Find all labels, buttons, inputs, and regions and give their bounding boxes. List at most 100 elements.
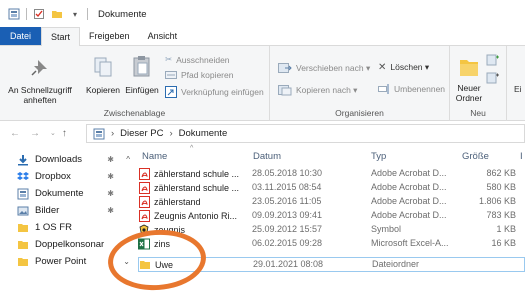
move-to-label: Verschieben nach ▾ bbox=[296, 62, 371, 73]
file-size: 862 KB bbox=[486, 168, 516, 178]
pin-label-line-1: An Schnellzugriff bbox=[8, 85, 72, 95]
copy-to-button[interactable]: Kopieren nach ▾ bbox=[278, 84, 357, 96]
pin-icon[interactable]: ✱ bbox=[107, 172, 114, 181]
this-pc-icon bbox=[93, 128, 105, 140]
forward-arrow-icon[interactable]: → bbox=[30, 128, 40, 139]
tab-share[interactable]: Freigeben bbox=[80, 27, 139, 45]
tab-file[interactable]: Datei bbox=[0, 27, 42, 45]
move-to-icon bbox=[278, 62, 292, 74]
table-row[interactable]: zählerstand 23.05.2016 11:05 Adobe Acrob… bbox=[138, 195, 525, 208]
cut-off-ribbon-label[interactable]: Ei bbox=[514, 84, 522, 94]
navigation-pane: Downloads ✱ ^ Dropbox ✱ Dokumente ✱ Bild… bbox=[0, 145, 130, 297]
nav-item-label: Doppelkonsonar bbox=[35, 239, 105, 250]
organize-group-label: Organisieren bbox=[335, 108, 384, 118]
scissors-icon: ✂ bbox=[165, 54, 173, 64]
sort-ascending-icon: ^ bbox=[190, 145, 194, 152]
column-header-more[interactable]: I bbox=[520, 151, 523, 162]
rename-button[interactable]: Umbenennen bbox=[378, 84, 445, 94]
column-header-type[interactable]: Typ bbox=[371, 151, 386, 162]
folder-icon bbox=[16, 239, 30, 250]
table-row[interactable]: zählerstand schule ... 03.11.2015 08:54 … bbox=[138, 181, 525, 194]
file-size: 16 KB bbox=[491, 238, 516, 248]
file-date: 03.11.2015 08:54 bbox=[252, 182, 322, 192]
nav-item-label: 1 OS FR bbox=[35, 222, 72, 233]
column-header-name[interactable]: Name bbox=[142, 151, 167, 162]
cut-button[interactable]: ✂ Ausschneiden bbox=[165, 54, 230, 65]
file-name: Zeugnis Antonio Ri... bbox=[154, 211, 238, 221]
table-row[interactable]: zählerstand schule ... 28.05.2018 10:30 … bbox=[138, 167, 525, 180]
new-group: Neuer Ordner Neu bbox=[450, 46, 507, 121]
column-header-date[interactable]: Datum bbox=[253, 151, 281, 162]
back-arrow-icon[interactable]: ← bbox=[10, 128, 20, 139]
table-row[interactable]: zeugnis 25.09.2012 15:57 Symbol 1 KB bbox=[138, 223, 525, 236]
new-folder-quick-icon[interactable] bbox=[51, 8, 63, 20]
up-arrow-icon[interactable]: ↑ bbox=[62, 128, 67, 139]
tab-view[interactable]: Ansicht bbox=[139, 27, 187, 45]
copy-to-icon bbox=[278, 84, 292, 96]
new-folder-icon bbox=[458, 54, 480, 80]
address-field[interactable]: › Dieser PC › Dokumente bbox=[86, 124, 525, 143]
new-group-label: Neu bbox=[470, 108, 486, 118]
paste-button[interactable]: Einfügen bbox=[123, 54, 161, 95]
file-name: zählerstand schule ... bbox=[154, 183, 240, 193]
pin-icon bbox=[29, 56, 51, 80]
nav-item-1-os-fr[interactable]: 1 OS FR bbox=[16, 219, 128, 236]
crumb-separator-icon: › bbox=[111, 128, 115, 139]
tab-start[interactable]: Start bbox=[41, 27, 81, 46]
file-size: 580 KB bbox=[486, 182, 516, 192]
paste-shortcut-label: Verknüpfung einfügen bbox=[181, 87, 264, 97]
recent-locations-chevron-icon[interactable]: ⌄ bbox=[50, 129, 56, 137]
nav-item-documents[interactable]: Dokumente ✱ bbox=[16, 185, 128, 202]
folder-icon bbox=[16, 222, 30, 233]
nav-item-dropbox[interactable]: Dropbox ✱ bbox=[16, 168, 128, 185]
file-date: 23.05.2016 11:05 bbox=[252, 196, 322, 206]
easy-access-icon[interactable] bbox=[486, 72, 500, 86]
pin-icon[interactable]: ✱ bbox=[107, 206, 114, 215]
nav-item-downloads[interactable]: Downloads ✱ ^ bbox=[16, 151, 130, 168]
pin-to-quick-access-button[interactable]: An Schnellzugriff anheften bbox=[2, 56, 78, 105]
clipboard-group-label: Zwischenablage bbox=[103, 108, 166, 118]
breadcrumb-documents[interactable]: Dokumente bbox=[179, 128, 228, 139]
column-header-size[interactable]: Größe bbox=[462, 151, 489, 162]
nav-item-pictures[interactable]: Bilder ✱ bbox=[16, 202, 128, 219]
rename-icon bbox=[378, 84, 390, 94]
copy-to-label: Kopieren nach ▾ bbox=[296, 84, 358, 95]
table-row[interactable]: Zeugnis Antonio Ri... 09.09.2013 09:41 A… bbox=[138, 209, 525, 222]
title-bar: ▾ Dokumente bbox=[0, 0, 525, 28]
file-date: 28.05.2018 10:30 bbox=[252, 168, 323, 178]
pin-label-line-2: anheften bbox=[23, 95, 57, 105]
new-item-icon[interactable] bbox=[486, 54, 500, 68]
nav-item-label: Bilder bbox=[35, 205, 60, 216]
file-size: 1 KB bbox=[496, 224, 516, 234]
customize-quick-access-icon[interactable]: ▾ bbox=[69, 8, 81, 20]
delete-x-icon: ✕ bbox=[378, 62, 387, 73]
nav-item-label: Downloads bbox=[35, 154, 82, 165]
properties-icon[interactable] bbox=[33, 8, 45, 20]
delete-button[interactable]: ✕ Löschen ▾ bbox=[378, 62, 429, 73]
file-name: zählerstand schule ... bbox=[154, 169, 240, 179]
separator bbox=[26, 8, 27, 20]
dropbox-icon bbox=[16, 171, 30, 183]
file-size: 783 KB bbox=[486, 210, 516, 220]
copy-button[interactable]: Kopieren bbox=[83, 56, 123, 95]
move-to-button[interactable]: Verschieben nach ▾ bbox=[278, 62, 370, 74]
pdf-icon bbox=[138, 182, 150, 194]
copy-path-label: Pfad kopieren bbox=[181, 70, 234, 80]
pin-icon[interactable]: ✱ bbox=[107, 189, 114, 198]
paste-shortcut-icon bbox=[165, 86, 177, 98]
paste-label: Einfügen bbox=[125, 85, 159, 95]
pdf-icon bbox=[138, 210, 150, 222]
pin-icon[interactable]: ✱ bbox=[107, 155, 114, 164]
new-folder-button[interactable]: Neuer Ordner bbox=[452, 54, 486, 103]
download-arrow-icon bbox=[16, 154, 30, 166]
ribbon-tabs: Datei Start Freigeben Ansicht bbox=[0, 27, 525, 46]
rename-label: Umbenennen bbox=[394, 84, 446, 94]
separator bbox=[87, 8, 88, 20]
copy-path-button[interactable]: Pfad kopieren bbox=[165, 70, 233, 80]
breadcrumb-this-pc[interactable]: Dieser PC bbox=[120, 128, 163, 139]
pdf-icon bbox=[138, 196, 150, 208]
window-icon[interactable] bbox=[8, 8, 20, 20]
paste-shortcut-button[interactable]: Verknüpfung einfügen bbox=[165, 86, 264, 98]
documents-icon bbox=[16, 188, 30, 200]
nav-item-label: Power Point bbox=[35, 256, 87, 267]
